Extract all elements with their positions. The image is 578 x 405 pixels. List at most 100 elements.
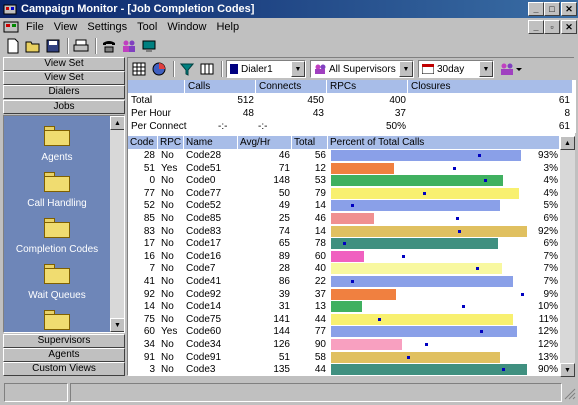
main-view: Dialer1 ▼ All Supervisors ▼ 30day ▼ Call… bbox=[127, 57, 576, 377]
cell-percent: 7% bbox=[543, 263, 558, 275]
table-row[interactable]: 83 No Code83 74 14 92% bbox=[128, 225, 560, 238]
child-close-button[interactable]: ✕ bbox=[561, 20, 577, 34]
table-row[interactable]: 28 No Code28 46 56 93% bbox=[128, 150, 560, 162]
child-minimize-button[interactable]: _ bbox=[528, 20, 544, 34]
percent-marker bbox=[423, 191, 426, 195]
toolbar-separator bbox=[67, 38, 69, 54]
table-row[interactable]: 16 No Code16 89 60 7% bbox=[128, 250, 560, 263]
sidebar-item-folder[interactable] bbox=[4, 310, 110, 332]
menu-help[interactable]: Help bbox=[211, 21, 244, 33]
agents-group-icon[interactable] bbox=[120, 37, 138, 55]
resize-grip-icon[interactable] bbox=[564, 388, 576, 403]
table-row[interactable]: 7 No Code7 28 40 7% bbox=[128, 263, 560, 275]
cell-rpc: No bbox=[161, 213, 174, 224]
grid-view-icon[interactable] bbox=[130, 60, 148, 78]
chevron-down-icon[interactable]: ▼ bbox=[479, 61, 493, 77]
sidebar-jobs-button[interactable]: Jobs bbox=[3, 100, 125, 114]
chevron-down-icon[interactable]: ▼ bbox=[399, 61, 413, 77]
maximize-button[interactable]: □ bbox=[544, 2, 560, 16]
menu-tool[interactable]: Tool bbox=[132, 21, 162, 33]
sidebar-agents-button[interactable]: Agents bbox=[3, 348, 125, 362]
column-header-total[interactable]: Total bbox=[292, 136, 328, 149]
columns-icon[interactable] bbox=[198, 60, 216, 78]
sidebar-scrollbar[interactable]: ▲ ▼ bbox=[110, 116, 124, 332]
child-restore-button[interactable]: ▫ bbox=[544, 20, 560, 34]
sidebar-supervisors-button[interactable]: Supervisors bbox=[3, 334, 125, 348]
agents-menu-icon[interactable] bbox=[498, 60, 524, 78]
print-icon[interactable] bbox=[72, 37, 90, 55]
cell-avg-hr: 135 bbox=[273, 364, 290, 376]
sidebar-item-call-handling[interactable]: Call Handling bbox=[4, 172, 110, 209]
table-row[interactable]: 0 No Code0 148 53 4% bbox=[128, 175, 560, 187]
table-row[interactable]: 3 No Code3 135 44 90% bbox=[128, 364, 560, 376]
table-row[interactable]: 34 No Code34 126 90 12% bbox=[128, 339, 560, 351]
scroll-down-icon[interactable]: ▼ bbox=[560, 363, 575, 377]
column-header-percent[interactable]: Percent of Total Calls bbox=[328, 136, 560, 149]
column-header-code[interactable]: Code bbox=[128, 136, 158, 149]
table-row[interactable]: 52 No Code52 49 14 5% bbox=[128, 200, 560, 212]
summary-row: Per Hour 48 43 37 8 bbox=[128, 107, 576, 120]
completion-codes-grid: Code RPC Name Avg/Hr Total Percent of To… bbox=[128, 136, 576, 377]
column-header-name[interactable]: Name bbox=[184, 136, 238, 149]
sidebar-item-wait-queues[interactable]: Wait Queues bbox=[4, 264, 110, 301]
table-row[interactable]: 75 No Code75 141 44 11% bbox=[128, 313, 560, 326]
table-row[interactable]: 17 No Code17 65 78 6% bbox=[128, 238, 560, 250]
cell-avg-hr: 74 bbox=[278, 225, 290, 237]
menu-view[interactable]: View bbox=[49, 21, 83, 33]
sidebar-viewset-button[interactable]: View Set bbox=[3, 57, 125, 71]
cell-rpc: No bbox=[161, 175, 174, 187]
percent-bar bbox=[331, 250, 364, 262]
dialer-select[interactable]: Dialer1 ▼ bbox=[226, 60, 306, 78]
cell-total: 13 bbox=[314, 301, 326, 313]
period-select[interactable]: 30day ▼ bbox=[418, 60, 494, 78]
document-icon[interactable] bbox=[3, 20, 19, 34]
sidebar-custom-views-button[interactable]: Custom Views bbox=[3, 362, 125, 376]
filter-icon[interactable] bbox=[178, 60, 196, 78]
monitor-icon[interactable] bbox=[140, 37, 158, 55]
scroll-up-icon[interactable]: ▲ bbox=[110, 116, 124, 130]
percent-bar bbox=[331, 351, 500, 363]
cell-name: Code92 bbox=[186, 288, 222, 300]
table-row[interactable]: 91 No Code91 51 58 13% bbox=[128, 351, 560, 364]
cell-avg-hr: 148 bbox=[273, 175, 290, 187]
sidebar-item-agents[interactable]: Agents bbox=[4, 126, 110, 163]
summary-calls: -:- bbox=[218, 121, 228, 132]
table-row[interactable]: 85 No Code85 25 46 6% bbox=[128, 213, 560, 225]
grid-scrollbar[interactable]: ▲ ▼ bbox=[560, 136, 575, 377]
sidebar-dialers-button[interactable]: Dialers bbox=[3, 85, 125, 99]
summary-rpcs: 37 bbox=[394, 108, 406, 119]
table-row[interactable]: 60 Yes Code60 144 77 12% bbox=[128, 326, 560, 338]
cell-code: 0 bbox=[149, 175, 155, 187]
pie-chart-icon[interactable] bbox=[150, 60, 168, 78]
minimize-button[interactable]: _ bbox=[528, 2, 544, 16]
open-folder-icon[interactable] bbox=[24, 37, 42, 55]
table-row[interactable]: 77 No Code77 50 79 4% bbox=[128, 187, 560, 200]
menu-file[interactable]: File bbox=[21, 21, 49, 33]
column-header-rpc[interactable]: RPC bbox=[158, 136, 184, 149]
scroll-up-icon[interactable]: ▲ bbox=[560, 136, 575, 150]
sidebar-item-completion-codes[interactable]: Completion Codes bbox=[4, 218, 110, 255]
percent-marker bbox=[458, 229, 461, 233]
chevron-down-icon[interactable]: ▼ bbox=[291, 61, 305, 77]
summary-header-closures: Closures bbox=[408, 80, 572, 93]
cell-avg-hr: 65 bbox=[278, 238, 290, 250]
summary-row-label: Per Connect bbox=[131, 121, 187, 132]
percent-marker bbox=[378, 317, 381, 321]
table-row[interactable]: 14 No Code14 31 13 10% bbox=[128, 301, 560, 313]
scroll-down-icon[interactable]: ▼ bbox=[110, 318, 124, 332]
table-row[interactable]: 41 No Code41 86 22 7% bbox=[128, 276, 560, 288]
close-button[interactable]: ✕ bbox=[561, 2, 577, 16]
menu-settings[interactable]: Settings bbox=[82, 21, 132, 33]
cell-name: Code52 bbox=[186, 200, 222, 212]
sidebar-viewset-button-2[interactable]: View Set bbox=[3, 71, 125, 85]
cell-name: Code83 bbox=[186, 225, 222, 237]
cell-name: Code51 bbox=[186, 162, 222, 174]
table-row[interactable]: 51 Yes Code51 71 12 3% bbox=[128, 162, 560, 175]
new-file-icon[interactable] bbox=[4, 37, 22, 55]
column-header-avg-hr[interactable]: Avg/Hr bbox=[238, 136, 292, 149]
phone-icon[interactable] bbox=[100, 37, 118, 55]
save-icon[interactable] bbox=[44, 37, 62, 55]
table-row[interactable]: 92 No Code92 39 37 9% bbox=[128, 288, 560, 301]
menu-window[interactable]: Window bbox=[162, 21, 211, 33]
supervisor-select[interactable]: All Supervisors ▼ bbox=[310, 60, 414, 78]
